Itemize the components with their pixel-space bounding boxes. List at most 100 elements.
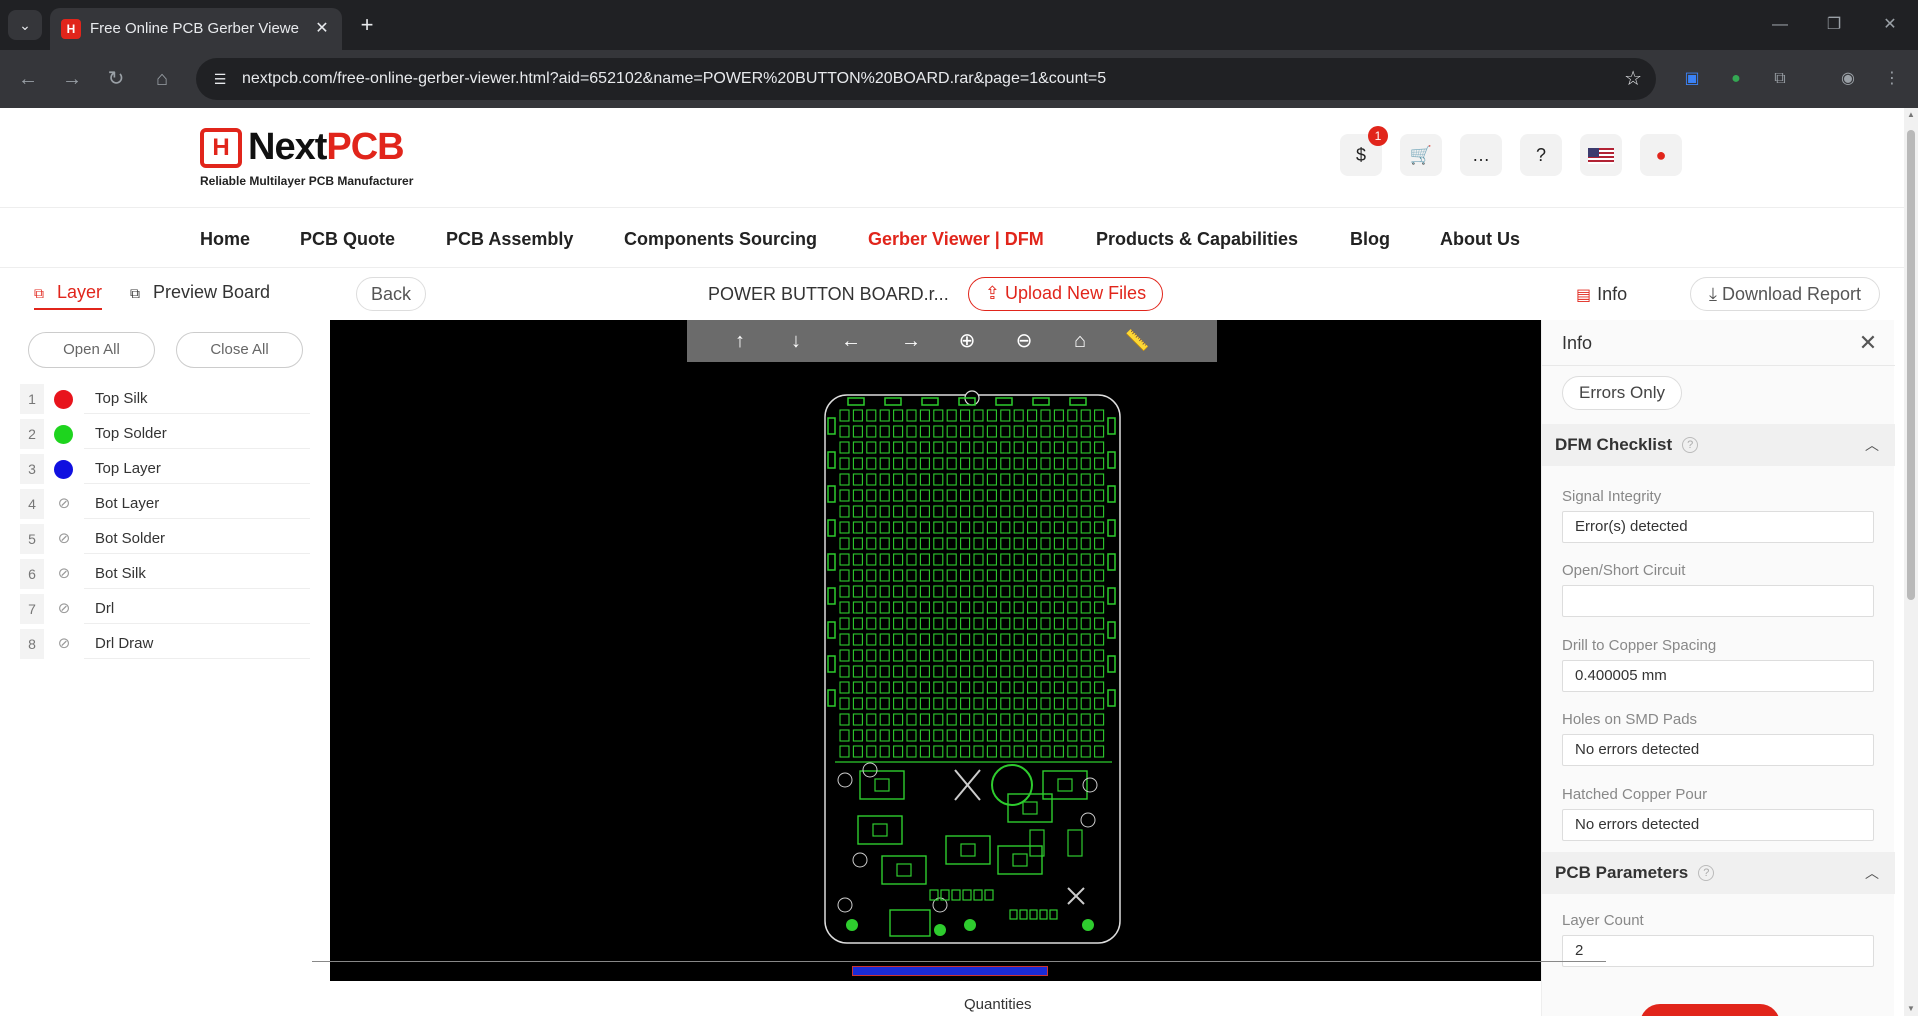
new-tab-button[interactable]: + bbox=[352, 10, 382, 40]
eye-hidden-icon[interactable]: ⊘ bbox=[52, 493, 76, 515]
drill-to-copper-field: 0.400005 mm bbox=[1562, 660, 1874, 692]
layer-color-swatch[interactable] bbox=[54, 425, 73, 444]
layer-row[interactable]: 6 ⊘ Bot Silk bbox=[20, 559, 310, 589]
home-view-icon[interactable]: ⌂ bbox=[1060, 320, 1100, 362]
tab-close-icon[interactable]: ✕ bbox=[310, 17, 334, 41]
scroll-up-icon[interactable]: ▲ bbox=[1904, 108, 1918, 122]
close-icon[interactable]: ✕ bbox=[1857, 332, 1879, 354]
tab-layer[interactable]: ⧉ Layer bbox=[34, 274, 103, 310]
component-pad bbox=[1057, 778, 1073, 792]
arrow-left-icon[interactable]: ← bbox=[831, 320, 871, 362]
pad bbox=[1107, 553, 1116, 571]
nav-pcb-quote[interactable]: PCB Quote bbox=[300, 208, 395, 270]
grid-pad bbox=[1053, 505, 1064, 518]
help-icon[interactable]: ? bbox=[1682, 437, 1699, 453]
nav-home[interactable]: Home bbox=[200, 208, 250, 270]
download-report-button[interactable]: ⤓ Download Report bbox=[1690, 277, 1880, 311]
zoom-in-icon[interactable]: ⊕ bbox=[947, 320, 987, 362]
eye-hidden-icon[interactable]: ⊘ bbox=[52, 528, 76, 550]
grid-pad bbox=[1067, 521, 1078, 534]
dfm-checklist-header[interactable]: DFM Checklist? ︿ bbox=[1542, 424, 1895, 466]
pcb-parameters-header[interactable]: PCB Parameters? ︿ bbox=[1542, 852, 1895, 894]
eye-hidden-icon[interactable]: ⊘ bbox=[52, 598, 76, 620]
nav-about-us[interactable]: About Us bbox=[1440, 208, 1520, 270]
restore-icon[interactable]: ❐ bbox=[1806, 0, 1862, 50]
back-button[interactable]: Back bbox=[356, 277, 426, 311]
nav-products-capabilities[interactable]: Products & Capabilities bbox=[1096, 208, 1298, 270]
scrollbar-thumb[interactable] bbox=[1907, 130, 1915, 600]
chevron-up-icon[interactable]: ︿ bbox=[1865, 852, 1879, 894]
grid-pad bbox=[933, 601, 944, 614]
grid-pad bbox=[946, 521, 957, 534]
grid-pad bbox=[1027, 729, 1038, 742]
grid-pad bbox=[1053, 521, 1064, 534]
layer-row[interactable]: 5 ⊘ Bot Solder bbox=[20, 524, 310, 554]
coupon-icon[interactable]: $ 1 bbox=[1340, 126, 1388, 176]
quote-button[interactable] bbox=[1640, 1004, 1780, 1016]
eye-hidden-icon[interactable]: ⊘ bbox=[52, 563, 76, 585]
browser-menu-icon[interactable]: ⋮ bbox=[1876, 63, 1908, 95]
minimize-icon[interactable]: — bbox=[1752, 0, 1808, 50]
gerber-canvas[interactable]: ↑ ↓ ← → ⊕ ⊖ ⌂ 📏 bbox=[330, 320, 1541, 981]
pad bbox=[827, 519, 836, 537]
layer-row[interactable]: 4 ⊘ Bot Layer bbox=[20, 489, 310, 519]
user-account-icon[interactable]: ● bbox=[1640, 134, 1682, 176]
scroll-down-icon[interactable]: ▼ bbox=[1904, 1002, 1918, 1016]
open-all-button[interactable]: Open All bbox=[28, 332, 155, 368]
arrow-down-icon[interactable]: ↓ bbox=[776, 320, 816, 362]
message-icon[interactable]: … bbox=[1460, 134, 1502, 176]
arrow-right-icon[interactable]: → bbox=[891, 320, 931, 362]
tab-preview-board[interactable]: ⧉ Preview Board bbox=[130, 274, 270, 310]
upload-new-files-button[interactable]: ⇪ Upload New Files bbox=[968, 277, 1163, 311]
site-info-icon[interactable]: ☰ bbox=[210, 69, 230, 89]
grid-pad bbox=[1027, 553, 1038, 566]
extensions-puzzle-icon[interactable]: ⧉ bbox=[1764, 63, 1796, 95]
forward-arrow-icon[interactable]: → bbox=[56, 63, 88, 95]
arrow-up-icon[interactable]: ↑ bbox=[720, 320, 760, 362]
extension-robot-icon[interactable]: ● bbox=[1720, 63, 1752, 95]
grid-pad bbox=[1040, 649, 1051, 662]
bookmark-star-icon[interactable]: ☆ bbox=[1624, 67, 1642, 91]
layer-row[interactable]: 2 Top Solder bbox=[20, 419, 310, 449]
browser-tab[interactable]: H Free Online PCB Gerber Viewer ✕ bbox=[50, 8, 342, 50]
cart-icon[interactable]: 🛒 bbox=[1400, 134, 1442, 176]
info-tab[interactable]: ▤ Info bbox=[1576, 277, 1627, 313]
us-flag-icon[interactable] bbox=[1580, 134, 1622, 176]
nav-components-sourcing[interactable]: Components Sourcing bbox=[624, 208, 817, 270]
window-close-icon[interactable]: ✕ bbox=[1862, 0, 1918, 50]
nav-pcb-assembly[interactable]: PCB Assembly bbox=[446, 208, 573, 270]
layer-color-swatch[interactable] bbox=[54, 390, 73, 409]
nextpcb-logo[interactable]: H NextPCB Reliable Multilayer PCB Manufa… bbox=[200, 126, 440, 192]
layer-color-swatch[interactable] bbox=[54, 460, 73, 479]
grid-pad bbox=[866, 553, 877, 566]
layer-row[interactable]: 8 ⊘ Drl Draw bbox=[20, 629, 310, 659]
grid-pad bbox=[960, 409, 971, 422]
nav-gerber-viewer[interactable]: Gerber Viewer | DFM bbox=[868, 208, 1044, 270]
grid-pad bbox=[1040, 713, 1051, 726]
back-arrow-icon[interactable]: ← bbox=[12, 63, 44, 95]
layer-row[interactable]: 3 Top Layer bbox=[20, 454, 310, 484]
tab-search-button[interactable]: ⌄ bbox=[8, 10, 42, 40]
address-bar[interactable]: ☰ nextpcb.com/free-online-gerber-viewer.… bbox=[196, 58, 1656, 100]
layer-row[interactable]: 7 ⊘ Drl bbox=[20, 594, 310, 624]
chevron-up-icon[interactable]: ︿ bbox=[1865, 424, 1879, 466]
ruler-icon[interactable]: 📏 bbox=[1117, 320, 1157, 362]
profile-avatar-icon[interactable]: ◉ bbox=[1832, 63, 1864, 95]
grid-pad bbox=[1080, 617, 1091, 630]
extension-icon[interactable]: ▣ bbox=[1676, 63, 1708, 95]
errors-only-button[interactable]: Errors Only bbox=[1562, 376, 1682, 410]
layer-row[interactable]: 1 Top Silk bbox=[20, 384, 310, 414]
home-icon[interactable]: ⌂ bbox=[146, 63, 178, 95]
nav-blog[interactable]: Blog bbox=[1350, 208, 1390, 270]
page-scrollbar[interactable]: ▲ ▼ bbox=[1904, 108, 1918, 1016]
eye-hidden-icon[interactable]: ⊘ bbox=[52, 633, 76, 655]
close-all-button[interactable]: Close All bbox=[176, 332, 303, 368]
url-text[interactable]: nextpcb.com/free-online-gerber-viewer.ht… bbox=[242, 58, 1106, 100]
reload-icon[interactable]: ↻ bbox=[100, 63, 132, 95]
zoom-out-icon[interactable]: ⊖ bbox=[1004, 320, 1044, 362]
via bbox=[964, 919, 976, 931]
grid-pad bbox=[1080, 681, 1091, 694]
help-icon[interactable]: ? bbox=[1520, 134, 1562, 176]
grid-pad bbox=[852, 441, 863, 454]
help-icon[interactable]: ? bbox=[1698, 865, 1715, 881]
